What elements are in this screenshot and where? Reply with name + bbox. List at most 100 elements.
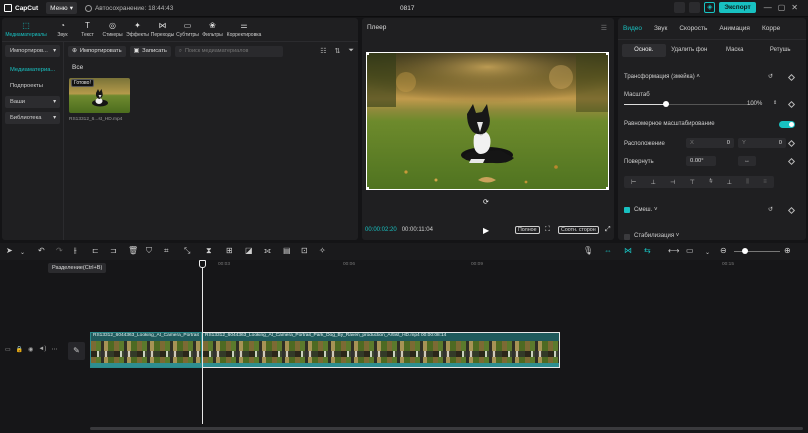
- stabilize-section[interactable]: Стабилизация ˅: [634, 233, 679, 239]
- keyframe-icon[interactable]: [787, 157, 796, 166]
- link-icon[interactable]: ⇆: [644, 246, 651, 256]
- search-input[interactable]: [184, 48, 280, 54]
- lock-icon[interactable]: 🔒: [16, 346, 23, 353]
- edit-cover-button[interactable]: ✎: [68, 342, 85, 360]
- sidebar-item-yours[interactable]: Ваши ▾: [5, 96, 60, 108]
- subtitle-track-icon[interactable]: ▭: [686, 246, 694, 256]
- position-y-field[interactable]: Y0: [738, 138, 786, 148]
- distribute-h-icon[interactable]: ⫼: [746, 179, 749, 186]
- tab-adjust[interactable]: ⚌ Корректировка: [225, 18, 263, 41]
- preview-axis-icon[interactable]: ⟷: [668, 246, 679, 256]
- subtab-retouch[interactable]: Ретушь: [759, 44, 803, 57]
- tab-effects[interactable]: ✦ Эффекты: [125, 18, 150, 41]
- record-button[interactable]: ▣ Записать: [129, 45, 171, 57]
- stepper-icon[interactable]: ⇕: [773, 100, 777, 106]
- resize-handle[interactable]: [606, 52, 609, 55]
- align-center-h-icon[interactable]: ⊥: [651, 179, 656, 186]
- align-right-icon[interactable]: ⊣: [670, 179, 675, 186]
- tab-audio[interactable]: ◔ Звук: [50, 18, 75, 41]
- crop-icon[interactable]: ⛶: [543, 226, 552, 234]
- audio-split-icon[interactable]: ⊞: [226, 246, 233, 256]
- reset-icon[interactable]: ↺: [768, 206, 773, 213]
- tab-media[interactable]: ⬚ Медиаматериалы: [2, 18, 50, 41]
- scale-slider[interactable]: [624, 101, 754, 107]
- magnet-icon[interactable]: ⋈: [624, 246, 632, 256]
- sidebar-item-library[interactable]: Библиотека ▾: [5, 112, 60, 124]
- sidebar-item-import[interactable]: Импортиров... ▾: [5, 45, 60, 57]
- cover-icon[interactable]: ▭: [5, 346, 11, 353]
- eye-icon[interactable]: ◉: [28, 346, 33, 353]
- redo-icon[interactable]: ↷: [56, 246, 63, 256]
- timeline-scrollbar[interactable]: [90, 427, 803, 430]
- keyframe-icon[interactable]: [787, 139, 796, 148]
- align-bottom-icon[interactable]: ⊥: [727, 179, 732, 186]
- distribute-v-icon[interactable]: ≡: [763, 179, 767, 185]
- split-left-icon[interactable]: ⊏: [92, 246, 99, 256]
- align-middle-v-icon[interactable]: ⫩: [709, 179, 712, 186]
- layout-icon[interactable]: [674, 2, 686, 13]
- flip-button[interactable]: ↔: [738, 156, 756, 166]
- subtitle-icon[interactable]: ▤: [283, 246, 291, 256]
- freeze-icon[interactable]: ⧗: [206, 246, 212, 256]
- select-tool-icon[interactable]: ➤: [6, 246, 13, 256]
- stabilize-checkbox[interactable]: [624, 234, 630, 240]
- undo-icon[interactable]: ↶: [38, 246, 45, 256]
- align-left-icon[interactable]: ⊢: [631, 179, 636, 186]
- sort-icon[interactable]: ⇅: [335, 47, 341, 55]
- position-x-field[interactable]: X0: [686, 138, 734, 148]
- tab-filters[interactable]: ❀ Фильтры: [200, 18, 225, 41]
- rotate-icon[interactable]: ⟳: [483, 198, 489, 206]
- zoom-slider[interactable]: [734, 251, 780, 252]
- sticker-icon[interactable]: ✧: [319, 246, 326, 256]
- link-main-icon[interactable]: ⇔: [604, 246, 612, 256]
- grid-view-icon[interactable]: ☷: [320, 47, 326, 55]
- zoom-slider-knob[interactable]: [742, 248, 748, 254]
- tab-transitions[interactable]: ⋈ Переходы: [150, 18, 175, 41]
- filter-icon[interactable]: ⏷: [348, 47, 354, 55]
- subtab-basic[interactable]: Основ.: [622, 44, 666, 57]
- tab-audio[interactable]: Звук: [654, 25, 667, 32]
- menu-icon[interactable]: ☰: [601, 24, 607, 32]
- premium-icon[interactable]: ◈: [704, 2, 716, 13]
- blend-section[interactable]: Смеш. ˅: [634, 207, 657, 213]
- export-button[interactable]: Экспорт: [719, 2, 756, 13]
- keyframe-icon[interactable]: [787, 206, 796, 215]
- shield-icon[interactable]: ⛉: [146, 246, 152, 256]
- microphone-icon[interactable]: 🎙: [583, 246, 593, 256]
- delete-icon[interactable]: 🗑: [128, 246, 138, 256]
- subtab-remove-bg[interactable]: Удалить фон: [668, 44, 712, 57]
- tab-speed[interactable]: Скорость: [679, 25, 707, 32]
- tab-video[interactable]: Видео: [623, 25, 642, 32]
- play-icon[interactable]: ▶: [483, 226, 489, 235]
- split-icon[interactable]: ⫲: [74, 246, 77, 256]
- mirror-icon[interactable]: ⟗: [264, 246, 271, 256]
- fit-icon[interactable]: ⤡: [184, 246, 190, 256]
- more-icon[interactable]: ⋯: [51, 346, 57, 353]
- resize-handle[interactable]: [366, 52, 369, 55]
- tab-stickers[interactable]: ◎ Стикеры: [100, 18, 125, 41]
- rotate-field[interactable]: 0.00°: [686, 156, 716, 166]
- fullscreen-icon[interactable]: ⤢: [603, 226, 613, 234]
- resize-handle[interactable]: [606, 187, 609, 190]
- transform-section[interactable]: Трансформация (змейка) ˄: [624, 74, 700, 80]
- playhead[interactable]: [202, 262, 203, 424]
- window-controls[interactable]: —▢✕: [764, 3, 804, 12]
- zoom-out-icon[interactable]: ⊖: [720, 246, 727, 256]
- playhead-handle[interactable]: [199, 260, 206, 268]
- import-button[interactable]: ⊕ Импортировать: [68, 45, 126, 57]
- video-clip-selected[interactable]: RS13312_6044363_Looking_At_Camera_Portra…: [202, 332, 560, 368]
- tab-animation[interactable]: Анимация: [719, 25, 750, 32]
- chevron-down-icon[interactable]: ⌄: [20, 248, 25, 258]
- zoom-in-icon[interactable]: ⊕: [784, 246, 791, 256]
- keyframe-icon[interactable]: [787, 73, 796, 82]
- reset-icon[interactable]: ↺: [768, 73, 773, 80]
- crop-icon[interactable]: ⌗: [164, 246, 169, 256]
- resize-handle[interactable]: [366, 187, 369, 190]
- menu-button[interactable]: Меню ▾: [46, 2, 77, 14]
- mask-icon[interactable]: ◪: [245, 246, 253, 256]
- tab-subtitles[interactable]: ▭ Субтитры: [175, 18, 200, 41]
- tab-adjust[interactable]: Корре: [762, 25, 780, 32]
- chevron-down-icon[interactable]: ⌄: [705, 248, 710, 258]
- subtab-mask[interactable]: Маска: [713, 44, 757, 57]
- split-right-icon[interactable]: ⊐: [110, 246, 117, 256]
